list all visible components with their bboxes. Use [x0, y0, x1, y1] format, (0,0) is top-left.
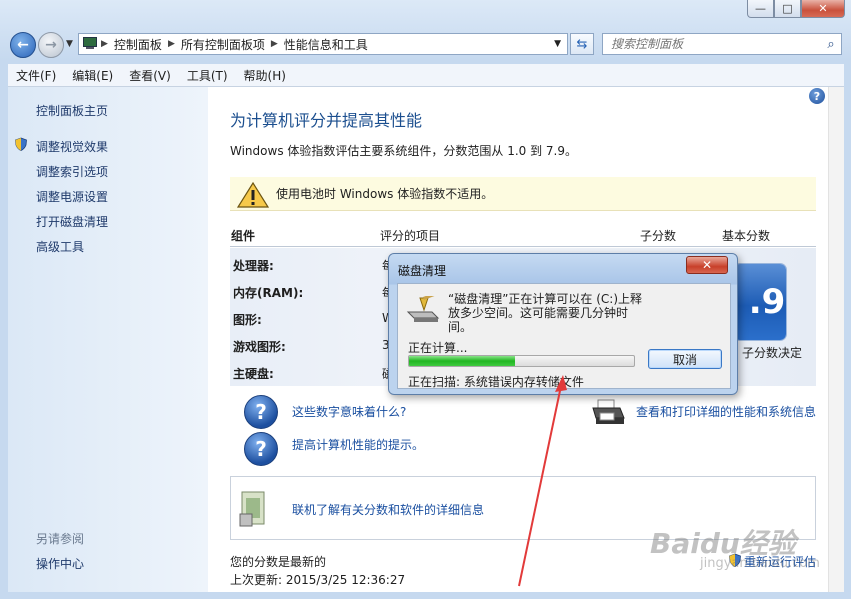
recent-pages-dropdown-icon[interactable]: ▼: [66, 39, 73, 49]
battery-warning-bar: 使用电池时 Windows 体验指数不适用。: [230, 177, 816, 211]
breadcrumb-control-panel[interactable]: 控制面板: [108, 36, 168, 53]
baidu-watermark-url: jingyan.baidu.com: [700, 556, 820, 571]
col-subscore-header: 子分数: [640, 229, 677, 243]
search-input[interactable]: [603, 36, 821, 52]
search-box[interactable]: ⌕: [602, 33, 842, 55]
forward-button[interactable]: →: [38, 32, 64, 58]
print-details-link[interactable]: 查看和打印详细的性能和系统信息: [636, 403, 816, 420]
base-score-caption: 子分数决定: [742, 346, 803, 360]
calculating-label: 正在计算...: [408, 341, 468, 355]
address-bar[interactable]: ▶ 控制面板 ▶ 所有控制面板项 ▶ 性能信息和工具 ▼: [78, 33, 568, 55]
vertical-scrollbar[interactable]: [828, 87, 844, 592]
row-processor-label: 处理器:: [233, 259, 274, 273]
caption-buttons: — □ ✕: [747, 0, 845, 18]
table-header-divider: [230, 246, 816, 247]
menu-help[interactable]: 帮助(H): [236, 67, 294, 84]
col-rated-item-header: 评分的项目: [380, 229, 441, 243]
score-status-text: 您的分数是最新的: [230, 555, 327, 569]
help-question-icon: ?: [244, 395, 278, 429]
row-memory-label: 内存(RAM):: [233, 286, 304, 300]
sidebar-item-disk-cleanup[interactable]: 打开磁盘清理: [36, 213, 108, 230]
cancel-button[interactable]: 取消: [648, 349, 722, 369]
help-question-icon: ?: [244, 432, 278, 466]
address-dropdown-icon[interactable]: ▼: [554, 39, 567, 49]
refresh-button[interactable]: ⇆: [570, 33, 594, 55]
close-button[interactable]: ✕: [801, 0, 845, 18]
search-icon[interactable]: ⌕: [821, 37, 841, 52]
back-arrow-icon: ←: [17, 37, 29, 53]
menu-file[interactable]: 文件(F): [8, 67, 64, 84]
menu-bar: 文件(F) 编辑(E) 查看(V) 工具(T) 帮助(H): [8, 64, 844, 87]
last-update-text: 上次更新: 2015/3/25 12:36:27: [230, 573, 406, 587]
online-info-link[interactable]: 联机了解有关分数和软件的详细信息: [292, 501, 484, 518]
sidebar-item-power[interactable]: 调整电源设置: [36, 188, 108, 205]
scanning-status: 正在扫描: 系统错误内存转储文件: [408, 375, 584, 389]
base-score-value: .9: [748, 282, 786, 322]
uac-shield-icon: [15, 137, 27, 151]
col-basescore-header: 基本分数: [722, 229, 771, 243]
sidebar-item-action-center[interactable]: 操作中心: [36, 555, 84, 572]
page-title: 为计算机评分并提高其性能: [230, 111, 423, 130]
page-description: Windows 体验指数评估主要系统组件，分数范围从 1.0 到 7.9。: [230, 144, 577, 158]
row-graphics-label: 图形:: [233, 313, 262, 327]
base-score-badge: .9: [734, 264, 786, 340]
row-gaming-graphics-label: 游戏图形:: [233, 340, 286, 354]
forward-arrow-icon: →: [45, 37, 57, 53]
sidebar-item-advanced-tools[interactable]: 高级工具: [36, 238, 84, 255]
printer-icon: [592, 399, 625, 424]
help-icon[interactable]: ?: [809, 88, 825, 104]
progress-fill: [409, 356, 515, 366]
disk-cleanup-icon: [406, 296, 440, 322]
menu-tools[interactable]: 工具(T): [179, 67, 236, 84]
what-numbers-mean-link[interactable]: 这些数字意味着什么?: [292, 403, 406, 420]
calculation-progress-bar: [408, 355, 635, 367]
software-package-icon: [239, 491, 265, 527]
minimize-button[interactable]: —: [747, 0, 774, 18]
maximize-button[interactable]: □: [774, 0, 801, 18]
sidebar-item-visual-effects[interactable]: 调整视觉效果: [36, 138, 108, 155]
menu-edit[interactable]: 编辑(E): [64, 67, 121, 84]
dialog-title: 磁盘清理: [398, 264, 447, 278]
see-also-heading: 另请参阅: [36, 532, 85, 546]
breadcrumb-performance[interactable]: 性能信息和工具: [278, 36, 374, 53]
row-disk-label: 主硬盘:: [233, 367, 274, 381]
col-component-header: 组件: [231, 229, 256, 243]
refresh-icon: ⇆: [576, 36, 588, 52]
sidebar-item-indexing[interactable]: 调整索引选项: [36, 163, 108, 180]
performance-tips-link[interactable]: 提高计算机性能的提示。: [292, 436, 424, 453]
dialog-message: “磁盘清理”正在计算可以在 (C:)上释放多少空间。这可能需要几分钟时间。: [448, 292, 643, 334]
breadcrumb-separator-icon[interactable]: ▶: [271, 39, 278, 49]
breadcrumb-separator-icon[interactable]: ▶: [168, 39, 175, 49]
menu-view[interactable]: 查看(V): [121, 67, 179, 84]
breadcrumb-separator-icon: ▶: [101, 39, 108, 49]
sidebar-home-link[interactable]: 控制面板主页: [36, 102, 108, 119]
warning-icon: [236, 181, 270, 208]
back-button[interactable]: ←: [10, 32, 36, 58]
breadcrumb-all-items[interactable]: 所有控制面板项: [175, 36, 271, 53]
dialog-close-button[interactable]: ✕: [686, 256, 728, 274]
control-panel-icon: [79, 36, 101, 52]
battery-warning-text: 使用电池时 Windows 体验指数不适用。: [276, 187, 494, 201]
